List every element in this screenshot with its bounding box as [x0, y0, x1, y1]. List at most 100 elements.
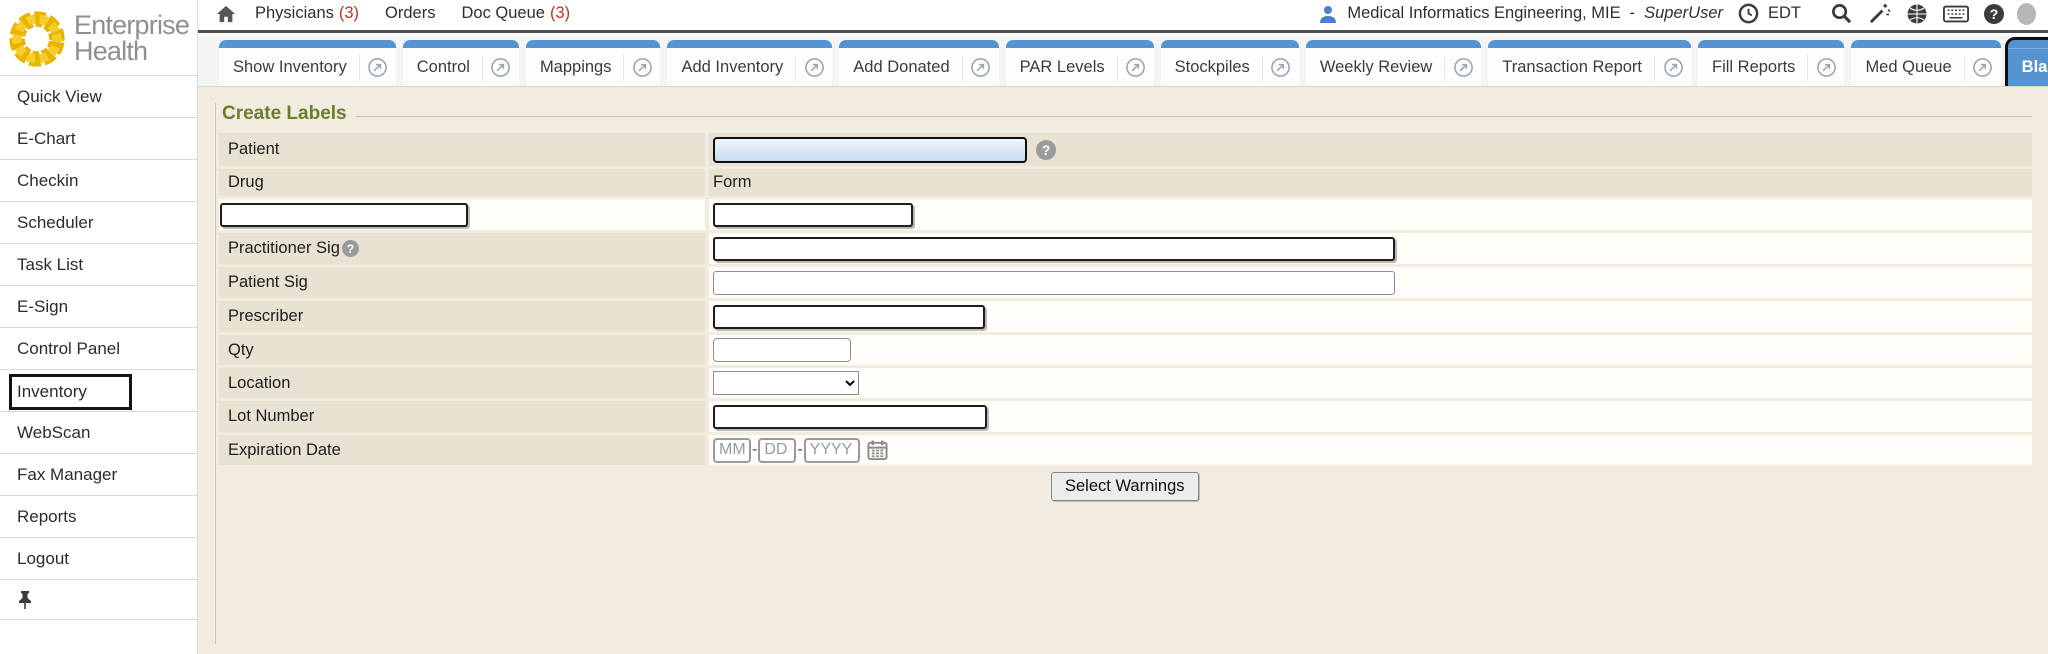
- page: Enterprise Health Quick View E-Chart Che…: [0, 0, 2048, 654]
- practitioner-sig-input[interactable]: [713, 237, 1395, 261]
- sidebar-item-logout[interactable]: Logout: [0, 538, 197, 580]
- popout-icon[interactable]: [1445, 57, 1481, 78]
- qty-label: Qty: [219, 335, 705, 365]
- sidebar-item-fax-manager[interactable]: Fax Manager: [0, 454, 197, 496]
- prescriber-row: Prescriber: [219, 301, 2032, 332]
- tab-stockpiles[interactable]: Stockpiles: [1161, 40, 1299, 86]
- patient-sig-input[interactable]: [713, 271, 1395, 295]
- popout-icon[interactable]: [963, 57, 999, 78]
- user-role: SuperUser: [1644, 4, 1723, 23]
- location-label: Location: [219, 368, 705, 398]
- topbar-link-doc-queue[interactable]: Doc Queue (3): [461, 4, 570, 23]
- patient-help-icon[interactable]: ?: [1036, 140, 1056, 160]
- drug-form-input-row: [219, 199, 2032, 230]
- help-icon[interactable]: ?: [1984, 4, 2004, 24]
- patient-label: Patient: [219, 133, 705, 166]
- exp-mm-input[interactable]: [713, 438, 751, 463]
- role-separator: -: [1630, 4, 1636, 23]
- page-title: Create Labels: [222, 103, 356, 125]
- avatar[interactable]: [2017, 3, 2036, 25]
- globe-icon[interactable]: [1906, 3, 1928, 25]
- patient-input[interactable]: [713, 137, 1027, 163]
- tab-mappings[interactable]: Mappings: [526, 40, 661, 86]
- sidebar: Enterprise Health Quick View E-Chart Che…: [0, 0, 198, 654]
- keyboard-icon[interactable]: [1943, 5, 1969, 23]
- topbar-link-orders[interactable]: Orders: [385, 4, 435, 23]
- search-icon[interactable]: [1830, 2, 1853, 25]
- sunflower-logo-icon: [8, 10, 66, 68]
- sidebar-item-inventory[interactable]: Inventory: [0, 370, 197, 412]
- sidebar-item-webscan[interactable]: WebScan: [0, 412, 197, 454]
- popout-icon[interactable]: [624, 57, 660, 78]
- patient-sig-label: Patient Sig: [219, 267, 705, 298]
- popout-icon[interactable]: [1263, 57, 1299, 78]
- tab-par-levels[interactable]: PAR Levels: [1006, 40, 1154, 86]
- date-dash: -: [797, 441, 802, 459]
- qty-row: Qty: [219, 335, 2032, 365]
- lot-number-label: Lot Number: [219, 401, 705, 432]
- sidebar-item-checkin[interactable]: Checkin: [0, 160, 197, 202]
- topbar-link-physicians[interactable]: Physicians (3): [255, 4, 359, 23]
- popout-icon[interactable]: [796, 57, 832, 78]
- popout-icon[interactable]: [1655, 57, 1691, 78]
- exp-dd-input[interactable]: [758, 438, 796, 463]
- practitioner-sig-help-icon[interactable]: ?: [342, 240, 359, 257]
- patient-row: Patient ?: [219, 133, 2032, 166]
- brand-logo[interactable]: Enterprise Health: [0, 0, 197, 75]
- tab-show-inventory[interactable]: Show Inventory: [219, 40, 396, 86]
- sidebar-item-quick-view[interactable]: Quick View: [0, 76, 197, 118]
- sidebar-item-scheduler[interactable]: Scheduler: [0, 202, 197, 244]
- prescriber-input[interactable]: [713, 305, 985, 329]
- doc-queue-count-badge: (3): [550, 4, 570, 23]
- expiration-date-label: Expiration Date: [219, 435, 705, 465]
- topbar: Physicians (3) Orders Doc Queue (3) Medi…: [198, 0, 2048, 33]
- popout-icon[interactable]: [1118, 57, 1154, 78]
- select-warnings-button[interactable]: Select Warnings: [1051, 472, 1199, 501]
- calendar-icon[interactable]: [867, 439, 888, 461]
- lot-number-row: Lot Number: [219, 401, 2032, 432]
- org-name: Medical Informatics Engineering, MIE: [1347, 4, 1620, 23]
- sidebar-item-e-chart[interactable]: E-Chart: [0, 118, 197, 160]
- main-content: Create Labels Patient ? Drug Form: [198, 86, 2048, 654]
- popout-icon[interactable]: [1965, 57, 2001, 78]
- fieldset-rule: [356, 116, 2032, 117]
- brand-name: Enterprise Health: [74, 13, 189, 63]
- drug-input[interactable]: [220, 203, 468, 227]
- form-input[interactable]: [713, 203, 913, 227]
- qty-input[interactable]: [713, 338, 851, 362]
- tab-fill-reports[interactable]: Fill Reports: [1698, 40, 1844, 86]
- date-dash: -: [752, 441, 757, 459]
- pushpin-icon: [17, 590, 33, 610]
- sidebar-item-task-list[interactable]: Task List: [0, 244, 197, 286]
- sidebar-item-reports[interactable]: Reports: [0, 496, 197, 538]
- tab-weekly-review[interactable]: Weekly Review: [1306, 40, 1481, 86]
- sidebar-item-control-panel[interactable]: Control Panel: [0, 328, 197, 370]
- popout-icon[interactable]: [360, 57, 396, 78]
- home-icon[interactable]: [215, 4, 237, 24]
- expiration-date-row: Expiration Date - -: [219, 435, 2032, 465]
- practitioner-sig-row: Practitioner Sig ?: [219, 233, 2032, 264]
- tab-add-inventory[interactable]: Add Inventory: [667, 40, 832, 86]
- create-labels-panel: Create Labels Patient ? Drug Form: [215, 103, 2032, 644]
- create-labels-form: Patient ? Drug Form: [219, 133, 2032, 501]
- clock-icon[interactable]: [1738, 3, 1759, 24]
- tab-control[interactable]: Control: [403, 40, 519, 86]
- popout-icon[interactable]: [483, 57, 519, 78]
- sidebar-item-e-sign[interactable]: E-Sign: [0, 286, 197, 328]
- tab-transaction-report[interactable]: Transaction Report: [1488, 40, 1691, 86]
- exp-yyyy-input[interactable]: [804, 438, 860, 463]
- sidebar-pin-toggle[interactable]: [0, 580, 197, 620]
- patient-sig-row: Patient Sig: [219, 267, 2032, 298]
- prescriber-label: Prescriber: [219, 301, 705, 332]
- drug-form-header-row: Drug Form: [219, 169, 2032, 196]
- inventory-tabstrip: Show Inventory Control Map: [198, 36, 2048, 86]
- form-label: Form: [709, 169, 2032, 196]
- magic-wand-icon[interactable]: [1868, 2, 1891, 25]
- lot-number-input[interactable]: [713, 405, 987, 429]
- tab-add-donated[interactable]: Add Donated: [839, 40, 998, 86]
- popout-icon[interactable]: [1808, 57, 1844, 78]
- tab-blank-labels[interactable]: Blank Labels: [2008, 40, 2048, 86]
- sidebar-nav: Quick View E-Chart Checkin Scheduler Tas…: [0, 75, 197, 620]
- tab-med-queue[interactable]: Med Queue: [1851, 40, 2000, 86]
- location-select[interactable]: [713, 371, 859, 395]
